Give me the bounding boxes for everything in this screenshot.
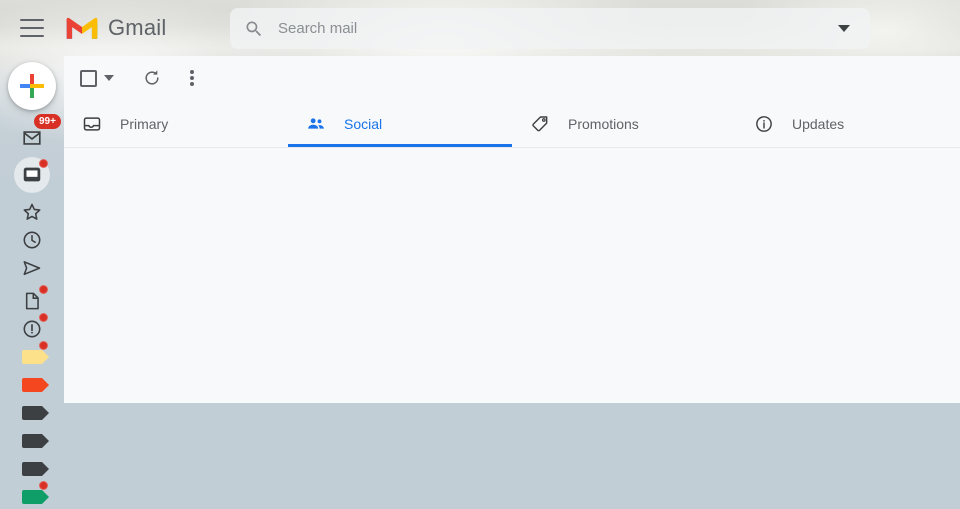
hamburger-menu-icon[interactable] <box>20 19 44 37</box>
tab-primary-label: Primary <box>120 115 169 132</box>
label-tag-icon <box>22 490 49 504</box>
search-options-chevron-down-icon[interactable] <box>838 25 850 32</box>
chat-notification-dot <box>39 159 48 168</box>
inbox-icon <box>83 116 101 131</box>
gmail-app: Gmail 99+ <box>0 0 960 509</box>
search-input[interactable] <box>278 20 838 37</box>
document-icon <box>25 292 39 310</box>
gmail-logo-icon <box>66 17 98 39</box>
search-bar[interactable] <box>230 8 870 49</box>
label-green-1-notification-dot <box>39 481 48 490</box>
more-vertical-icon[interactable] <box>190 70 194 86</box>
tab-updates[interactable]: Updates <box>736 100 960 147</box>
tab-promotions-label: Promotions <box>568 115 639 132</box>
rail-item-label-green-1[interactable] <box>14 479 50 509</box>
label-tag-icon <box>22 406 49 420</box>
tab-primary[interactable]: Primary <box>64 100 288 147</box>
inbox-category-tabs: Primary Social Promotions Updates <box>64 100 960 148</box>
label-tag-icon <box>22 350 49 364</box>
gmail-logo-text: Gmail <box>108 15 167 40</box>
mail-panel: Primary Social Promotions Updates <box>64 56 960 403</box>
refresh-button[interactable] <box>142 68 162 88</box>
mail-toolbar <box>64 56 960 100</box>
info-circle-icon <box>756 115 772 132</box>
star-icon <box>23 203 41 220</box>
gmail-logo[interactable]: Gmail <box>64 14 166 42</box>
tab-social-label: Social <box>344 115 383 132</box>
label-tag-icon <box>22 378 49 392</box>
search-icon <box>246 21 262 36</box>
plus-icon <box>20 74 44 98</box>
label-tag-icon <box>22 462 49 476</box>
select-all-chevron-down-icon[interactable] <box>104 75 114 81</box>
message-list[interactable] <box>64 148 960 403</box>
chat-bubble-icon <box>23 167 41 182</box>
select-all-checkbox[interactable] <box>80 69 97 87</box>
refresh-icon <box>145 70 159 85</box>
label-tag-icon <box>22 434 49 448</box>
tab-updates-label: Updates <box>792 115 845 132</box>
send-icon <box>23 261 41 276</box>
rail-item-mail[interactable]: 99+ <box>14 114 61 156</box>
tab-promotions[interactable]: Promotions <box>512 100 736 147</box>
tab-social[interactable]: Social <box>288 100 512 147</box>
people-icon <box>308 117 324 129</box>
drafts-notification-dot <box>39 285 48 294</box>
clock-icon <box>23 231 41 249</box>
spam-notification-dot <box>39 313 48 322</box>
exclamation-circle-icon <box>23 320 41 338</box>
envelope-icon <box>23 131 41 145</box>
left-rail: 99+ <box>0 56 64 509</box>
rail-item-chat[interactable] <box>14 157 50 193</box>
top-header: Gmail <box>0 0 960 56</box>
checkbox-icon <box>80 69 97 87</box>
tag-icon <box>532 115 548 131</box>
rail-item-sent[interactable] <box>14 250 50 286</box>
mail-unread-badge: 99+ <box>34 114 61 129</box>
label-yellow-notification-dot <box>39 341 48 350</box>
compose-button[interactable] <box>8 62 56 110</box>
